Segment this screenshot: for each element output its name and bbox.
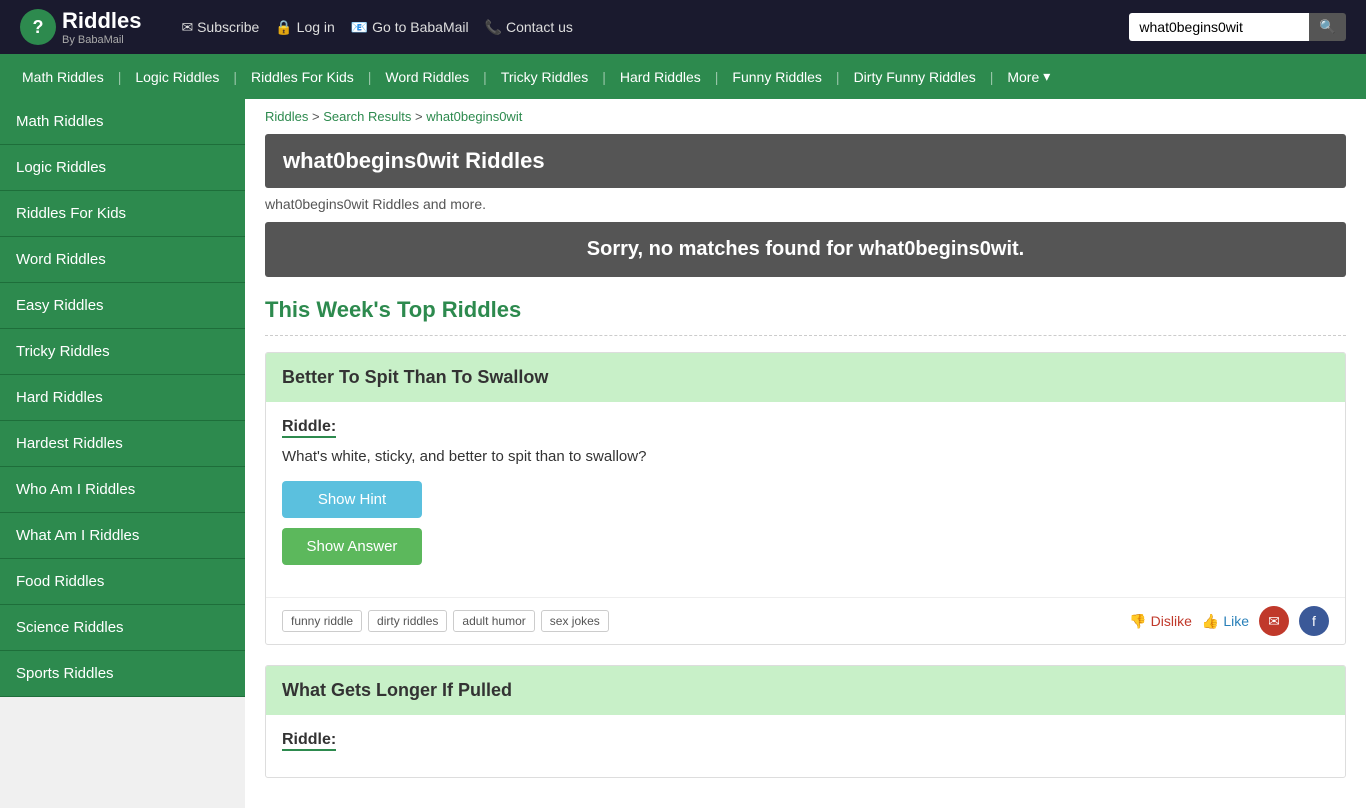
nav-sep-4: | [481,69,489,85]
nav-sep-3: | [366,69,374,85]
sidebar: Math Riddles Logic Riddles Riddles For K… [0,99,245,808]
breadcrumb-current: what0begins0wit [426,109,522,124]
more-dropdown[interactable]: More ▾ [995,54,1062,99]
search-input[interactable] [1129,13,1309,41]
logo-area: ? Riddles By BabaMail [20,8,141,46]
no-results-text: Sorry, no matches found for what0begins0… [587,238,1024,260]
nav-math[interactable]: Math Riddles [10,55,116,99]
nav-sep-2: | [231,69,239,85]
breadcrumb: Riddles > Search Results > what0begins0w… [265,109,1346,124]
logo-sub: By BabaMail [62,34,141,46]
nav-word[interactable]: Word Riddles [373,55,481,99]
nav-hard[interactable]: Hard Riddles [608,55,713,99]
nav-logic[interactable]: Logic Riddles [123,55,231,99]
like-icon: 👍 [1202,613,1219,630]
tag-dirty[interactable]: dirty riddles [368,610,447,632]
breadcrumb-sep-1: > [312,109,323,124]
riddle-card-1-body: Riddle: What's white, sticky, and better… [266,402,1345,597]
nav-funny[interactable]: Funny Riddles [720,55,834,99]
more-label: More [1007,69,1039,85]
layout: Math Riddles Logic Riddles Riddles For K… [0,99,1366,808]
babamail-link[interactable]: 📧 Go to BabaMail [351,19,469,36]
facebook-icon: f [1312,613,1316,629]
sidebar-easy[interactable]: Easy Riddles [0,283,245,329]
nav-kids[interactable]: Riddles For Kids [239,55,366,99]
like-button[interactable]: 👍 Like [1202,613,1249,630]
nav-sep-1: | [116,69,124,85]
riddle-tags: funny riddle dirty riddles adult humor s… [282,610,609,632]
riddle-text-1: What's white, sticky, and better to spit… [282,448,1329,465]
dislike-icon: 👎 [1129,613,1146,630]
logo-text-area: Riddles By BabaMail [62,8,141,46]
riddle-card-1: Better To Spit Than To Swallow Riddle: W… [265,352,1346,645]
riddle-card-1-title: Better To Spit Than To Swallow [266,353,1345,402]
sidebar-hard[interactable]: Hard Riddles [0,375,245,421]
riddle-label-2: Riddle: [282,731,336,751]
sidebar-whoami[interactable]: Who Am I Riddles [0,467,245,513]
riddle-card-2: What Gets Longer If Pulled Riddle: [265,665,1346,778]
sidebar-sports[interactable]: Sports Riddles [0,651,245,697]
no-results-box: Sorry, no matches found for what0begins0… [265,222,1346,277]
riddle-label-1: Riddle: [282,418,336,438]
contact-link[interactable]: 📞 Contact us [485,19,573,36]
header-nav: ✉ Subscribe 🔒 Log in 📧 Go to BabaMail 📞 … [181,19,572,36]
show-answer-button[interactable]: Show Answer [282,528,422,565]
header: ? Riddles By BabaMail ✉ Subscribe 🔒 Log … [0,0,1366,54]
sidebar-hardest[interactable]: Hardest Riddles [0,421,245,467]
tag-sex[interactable]: sex jokes [541,610,609,632]
sidebar-food[interactable]: Food Riddles [0,559,245,605]
breadcrumb-search-results[interactable]: Search Results [323,109,411,124]
breadcrumb-riddles[interactable]: Riddles [265,109,308,124]
nav-tricky[interactable]: Tricky Riddles [489,55,600,99]
nav-sep-6: | [713,69,721,85]
page-subtitle: what0begins0wit Riddles and more. [265,196,1346,212]
email-icon: ✉ [1268,613,1280,630]
dislike-label: Dislike [1151,613,1192,629]
sidebar-kids[interactable]: Riddles For Kids [0,191,245,237]
sidebar-math[interactable]: Math Riddles [0,99,245,145]
nav-dirty[interactable]: Dirty Funny Riddles [842,55,988,99]
nav-sep-8: | [988,69,996,85]
tag-adult[interactable]: adult humor [453,610,534,632]
email-share-button[interactable]: ✉ [1259,606,1289,636]
top-nav: Math Riddles | Logic Riddles | Riddles F… [0,54,1366,99]
riddle-card-1-footer: funny riddle dirty riddles adult humor s… [266,597,1345,644]
nav-sep-7: | [834,69,842,85]
breadcrumb-sep-2: > [415,109,426,124]
top-riddles-heading: This Week's Top Riddles [265,297,1346,336]
facebook-share-button[interactable]: f [1299,606,1329,636]
sidebar-tricky[interactable]: Tricky Riddles [0,329,245,375]
logo-icon: ? [20,9,56,45]
sidebar-whatami[interactable]: What Am I Riddles [0,513,245,559]
riddle-card-2-title: What Gets Longer If Pulled [266,666,1345,715]
tag-funny[interactable]: funny riddle [282,610,362,632]
page-title-box: what0begins0wit Riddles [265,134,1346,188]
search-area: 🔍 [1129,13,1346,41]
search-button[interactable]: 🔍 [1309,13,1346,41]
sidebar-science[interactable]: Science Riddles [0,605,245,651]
nav-sep-5: | [600,69,608,85]
chevron-down-icon: ▾ [1043,68,1050,85]
login-link[interactable]: 🔒 Log in [275,19,334,36]
sidebar-logic[interactable]: Logic Riddles [0,145,245,191]
dislike-button[interactable]: 👎 Dislike [1129,613,1192,630]
subscribe-link[interactable]: ✉ Subscribe [181,19,259,36]
sidebar-word[interactable]: Word Riddles [0,237,245,283]
riddle-actions: 👎 Dislike 👍 Like ✉ f [1129,606,1329,636]
show-hint-button[interactable]: Show Hint [282,481,422,518]
main-content: Riddles > Search Results > what0begins0w… [245,99,1366,808]
logo-text: Riddles [62,8,141,33]
page-title: what0begins0wit Riddles [283,148,1328,174]
like-label: Like [1223,613,1249,629]
